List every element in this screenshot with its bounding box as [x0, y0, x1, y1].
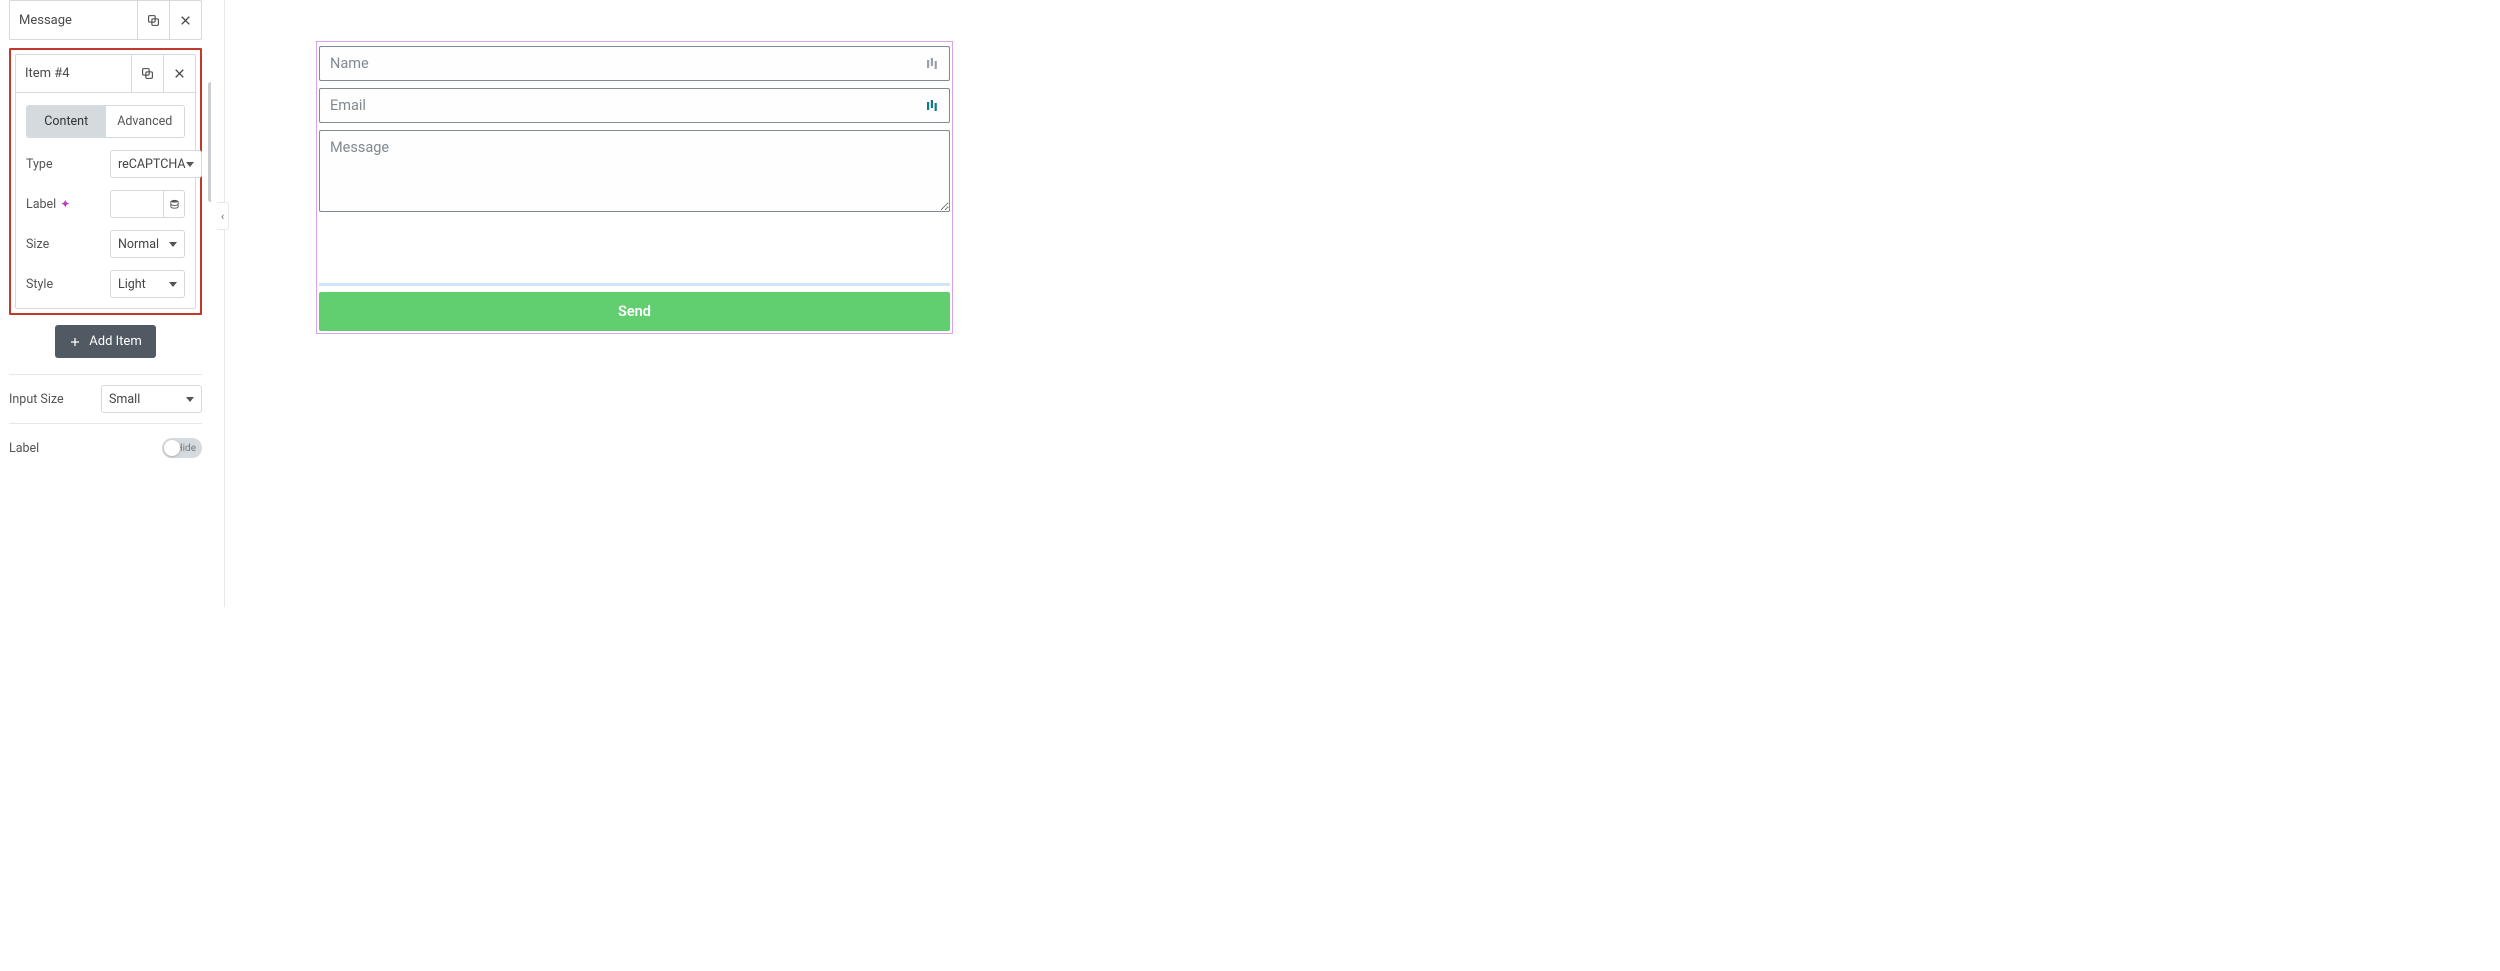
duplicate-icon[interactable]	[137, 1, 169, 39]
style-select[interactable]: Light	[110, 270, 185, 298]
tab-content[interactable]: Content	[27, 106, 106, 137]
plus-icon	[69, 336, 81, 348]
label-input-field[interactable]	[118, 197, 156, 211]
remove-icon[interactable]	[163, 55, 195, 92]
password-manager-icon[interactable]	[926, 100, 938, 112]
caret-down-icon	[169, 242, 177, 247]
label-input[interactable]	[110, 190, 163, 218]
size-label: Size	[26, 237, 110, 252]
sidebar-edge	[211, 0, 225, 607]
size-value: Normal	[118, 237, 159, 252]
tab-advanced[interactable]: Advanced	[106, 106, 185, 137]
add-item-button[interactable]: Add Item	[55, 325, 155, 358]
field-settings-tabs: Content Advanced	[26, 105, 185, 138]
chevron-left-icon: ‹	[221, 210, 224, 223]
form-field-item-recaptcha-highlight: Item #4 Content Advanced	[9, 48, 202, 315]
style-value: Light	[118, 277, 146, 292]
toggle-knob	[164, 440, 180, 456]
duplicate-icon[interactable]	[131, 55, 163, 92]
type-value: reCAPTCHA	[118, 157, 186, 172]
password-manager-icon[interactable]	[926, 58, 938, 70]
label-label: Label ✦	[26, 197, 110, 212]
caret-down-icon	[169, 282, 177, 287]
message-textarea[interactable]	[319, 130, 950, 212]
send-label: Send	[618, 303, 651, 320]
name-input[interactable]	[319, 46, 950, 81]
style-label: Style	[26, 277, 110, 292]
input-size-select[interactable]: Small	[101, 385, 202, 413]
email-input[interactable]	[319, 88, 950, 123]
form-widget[interactable]: Send	[316, 41, 953, 334]
input-size-label: Input Size	[9, 392, 101, 407]
type-select[interactable]: reCAPTCHA	[110, 150, 202, 178]
settings-sidebar: Message Item #4	[0, 0, 211, 607]
dynamic-tags-icon[interactable]	[163, 190, 185, 218]
input-size-value: Small	[109, 392, 140, 407]
type-label: Type	[26, 157, 110, 172]
preview-canvas: Send	[316, 41, 953, 334]
form-field-item-message[interactable]: Message	[9, 0, 202, 40]
collapse-sidebar-button[interactable]: ‹	[217, 202, 229, 230]
send-button[interactable]: Send	[319, 292, 950, 331]
label-visibility-label: Label	[9, 441, 162, 456]
caret-down-icon	[186, 162, 194, 167]
divider	[9, 423, 202, 424]
size-select[interactable]: Normal	[110, 230, 185, 258]
remove-icon[interactable]	[169, 1, 201, 39]
divider	[9, 374, 202, 375]
add-item-label: Add Item	[89, 334, 141, 349]
label-visibility-toggle[interactable]: Hide	[162, 438, 202, 458]
recaptcha-field[interactable]	[319, 218, 950, 286]
caret-down-icon	[186, 397, 194, 402]
form-field-item-4[interactable]: Item #4 Content Advanced	[15, 54, 196, 309]
label-text: Label	[26, 197, 56, 212]
form-field-title[interactable]: Item #4	[16, 66, 131, 81]
ai-sparkle-icon[interactable]: ✦	[60, 197, 70, 211]
form-field-title[interactable]: Message	[10, 13, 137, 28]
